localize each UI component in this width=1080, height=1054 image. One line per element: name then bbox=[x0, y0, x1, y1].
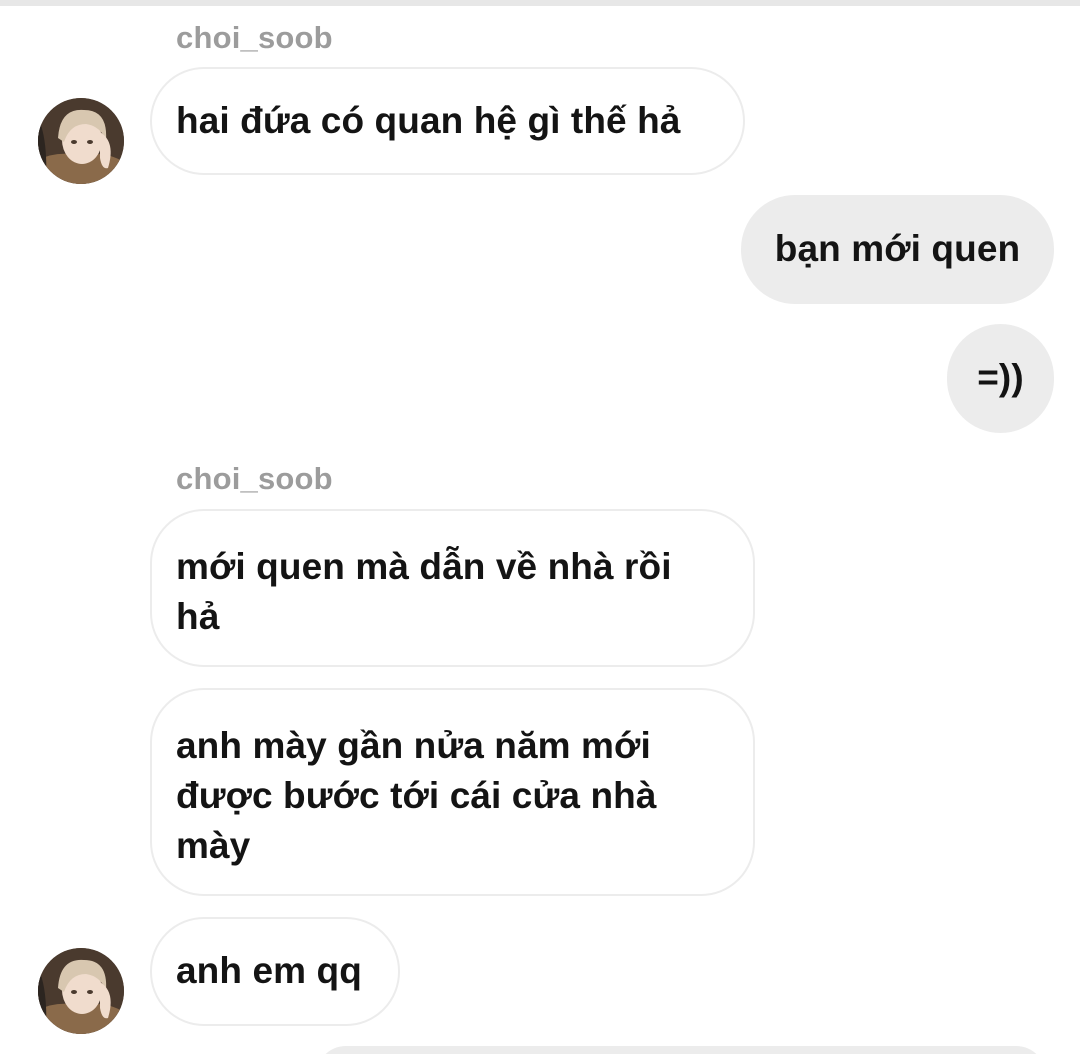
sender-avatar[interactable] bbox=[38, 98, 124, 184]
message-text: anh em qq bbox=[176, 950, 362, 991]
incoming-message[interactable]: anh em qq bbox=[150, 917, 400, 1026]
message-text: anh mày gần nửa năm mới được bước tới cá… bbox=[176, 725, 657, 866]
outgoing-message-partial[interactable] bbox=[316, 1046, 1046, 1054]
outgoing-message[interactable]: =)) bbox=[947, 324, 1054, 433]
chat-screen: choi_soob hai đứa có quan hệ gì thế hả b… bbox=[0, 0, 1080, 1054]
incoming-message[interactable]: mới quen mà dẫn về nhà rồi hả bbox=[150, 509, 755, 667]
sender-name: choi_soob bbox=[176, 461, 333, 496]
incoming-message[interactable]: hai đứa có quan hệ gì thế hả bbox=[150, 67, 745, 175]
message-text: hai đứa có quan hệ gì thế hả bbox=[176, 100, 681, 141]
profile-photo-icon bbox=[38, 98, 124, 184]
message-text: mới quen mà dẫn về nhà rồi hả bbox=[176, 546, 672, 637]
message-text: =)) bbox=[977, 357, 1024, 398]
incoming-message[interactable]: anh mày gần nửa năm mới được bước tới cá… bbox=[150, 688, 755, 896]
sender-name: choi_soob bbox=[176, 20, 333, 55]
header-divider bbox=[0, 0, 1080, 6]
sender-avatar[interactable] bbox=[38, 948, 124, 1034]
message-text: bạn mới quen bbox=[774, 228, 1021, 269]
outgoing-message[interactable]: bạn mới quen bbox=[741, 195, 1054, 304]
profile-photo-icon bbox=[38, 948, 124, 1034]
